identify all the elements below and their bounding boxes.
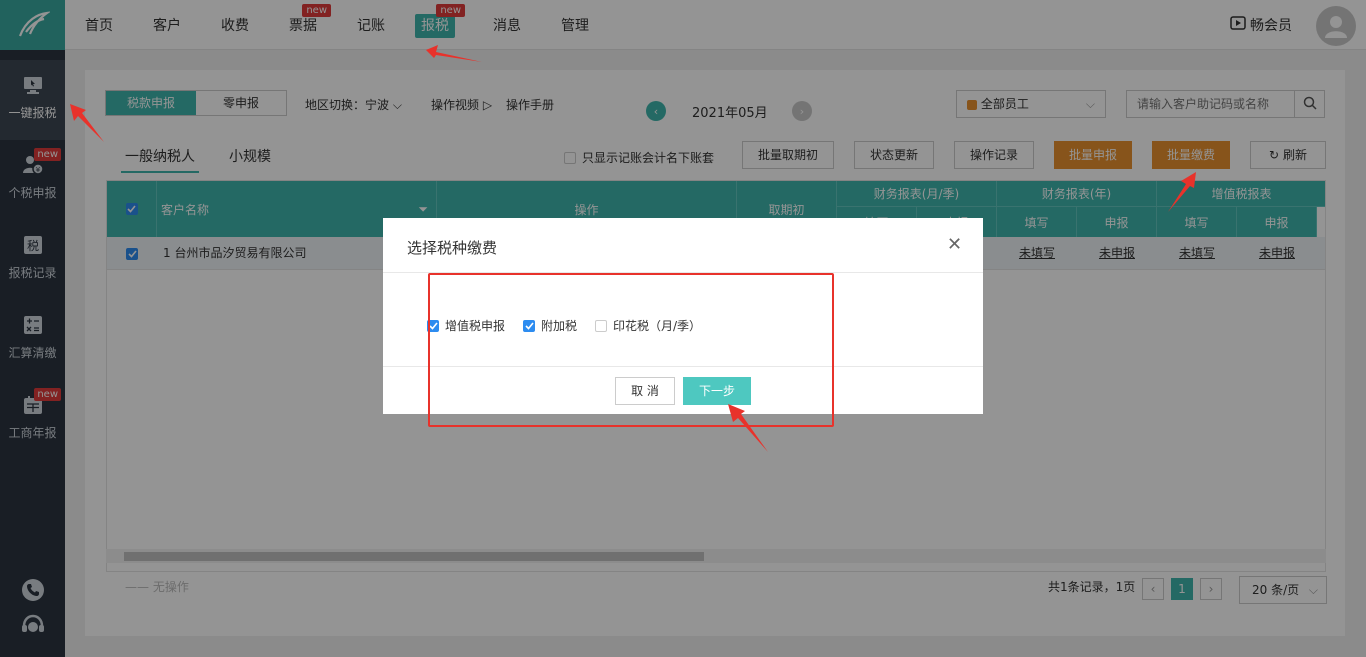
arrow-icon [728,404,768,452]
arrow-icon [1168,172,1196,212]
annotation-arrows [70,45,1196,452]
arrow-icon [70,104,104,142]
arrow-icon [426,45,482,62]
